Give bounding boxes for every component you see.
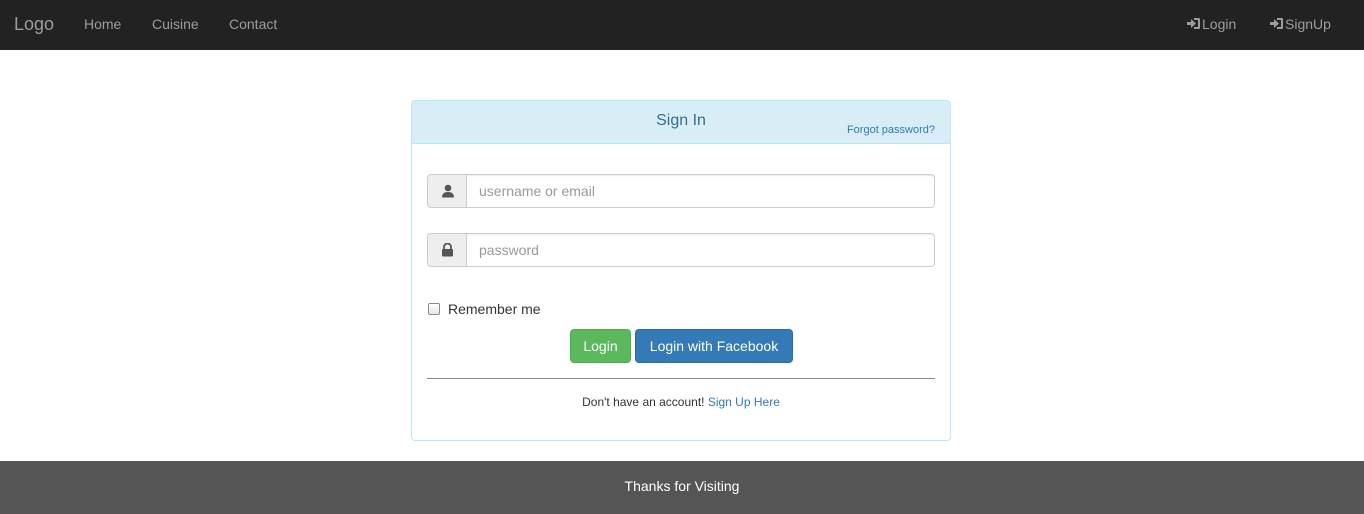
no-account-text: Don't have an account! (582, 395, 705, 409)
login-button[interactable]: Login (570, 329, 631, 363)
nav-link-cuisine[interactable]: Cuisine (152, 0, 199, 50)
footer-text: Thanks for Visiting (624, 478, 740, 494)
password-input[interactable] (466, 233, 935, 267)
username-input[interactable] (466, 174, 935, 208)
log-in-icon (1270, 18, 1283, 29)
footer: Thanks for Visiting (0, 461, 1364, 514)
signin-panel: Sign In Forgot password? Remember me Log… (411, 100, 951, 441)
remember-me-row: Remember me (427, 300, 541, 318)
forgot-password-link[interactable]: Forgot password? (847, 124, 935, 136)
nav-login-link[interactable]: Login (1186, 0, 1236, 50)
username-input-group (427, 174, 935, 208)
user-icon (427, 174, 467, 208)
nav-login-label: Login (1202, 16, 1237, 32)
nav-signup-link[interactable]: SignUp (1269, 0, 1331, 50)
login-with-facebook-button[interactable]: Login with Facebook (635, 329, 793, 363)
remember-me-checkbox[interactable] (428, 303, 440, 315)
log-in-icon (1187, 18, 1200, 29)
nav-link-home[interactable]: Home (84, 0, 121, 50)
password-input-group (427, 233, 935, 267)
brand-logo[interactable]: Logo (14, 0, 54, 50)
remember-me-label[interactable]: Remember me (448, 301, 541, 317)
top-navbar: Logo Home Cuisine Contact Login SignUp (0, 0, 1364, 50)
signup-prompt: Don't have an account! Sign Up Here (412, 395, 950, 409)
sign-up-here-link[interactable]: Sign Up Here (708, 395, 780, 409)
nav-link-contact[interactable]: Contact (229, 0, 277, 50)
nav-signup-label: SignUp (1285, 16, 1331, 32)
divider (427, 378, 935, 379)
panel-heading: Sign In Forgot password? (412, 101, 950, 144)
lock-icon (427, 233, 467, 267)
